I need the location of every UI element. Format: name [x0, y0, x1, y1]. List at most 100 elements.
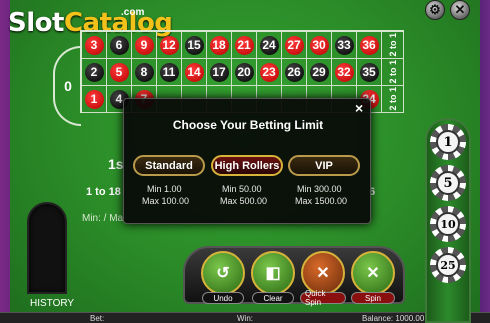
number-cell[interactable]: 8	[132, 59, 157, 86]
spin-label: Spin	[351, 292, 395, 304]
column-bet-cell[interactable]: 2 to 1	[382, 59, 404, 86]
limit-standard-button[interactable]: Standard	[133, 155, 205, 176]
number-cell[interactable]: 36	[357, 32, 382, 59]
limit-vip-button[interactable]: VIP	[288, 155, 360, 176]
number-cell[interactable]: 15	[182, 32, 207, 59]
number-cell[interactable]: 12	[157, 32, 182, 59]
clear-icon: ◧	[265, 265, 281, 282]
number-cell[interactable]: 24	[257, 32, 282, 59]
number-cell[interactable]: 33	[332, 32, 357, 59]
number-label: 18	[209, 35, 229, 55]
number-cell[interactable]: 20	[232, 59, 257, 86]
column-bet-label: 2 to 1	[387, 87, 398, 111]
number-cell[interactable]: 9	[132, 32, 157, 59]
undo-icon: ↺	[216, 265, 230, 282]
number-cell[interactable]: 6	[107, 32, 132, 59]
chip-10-value: 10	[436, 212, 460, 236]
number-label: 23	[259, 62, 279, 82]
dialog-title: Choose Your Betting Limit	[172, 118, 324, 132]
number-cell[interactable]: 3	[82, 32, 107, 59]
number-label: 29	[309, 62, 329, 82]
win-label: Win:	[237, 314, 253, 323]
low-bet-label[interactable]: 1 to 18	[86, 186, 121, 198]
number-label: 33	[334, 35, 354, 55]
number-label: 5	[109, 62, 129, 82]
number-cell[interactable]: 1	[82, 86, 107, 113]
bet-label: Bet:	[90, 314, 105, 323]
vip-max: Max 1500.00	[295, 196, 348, 206]
column-bet-label: 2 to 1	[387, 60, 398, 84]
number-cell[interactable]: 30	[307, 32, 332, 59]
number-cell[interactable]: 35	[357, 59, 382, 86]
number-label: 1	[84, 89, 104, 109]
chip-25-value: 25	[436, 253, 460, 277]
number-label: 17	[209, 62, 229, 82]
standard-max: Max 100.00	[142, 196, 190, 206]
number-label: 8	[134, 62, 154, 82]
spin-button[interactable]: ✕	[351, 251, 395, 295]
zero-label: 0	[64, 78, 72, 94]
chip-5[interactable]: 5	[430, 165, 466, 201]
number-label: 11	[159, 62, 179, 82]
quick-spin-label: Quick Spin	[300, 289, 346, 307]
chip-1-value: 1	[436, 130, 460, 154]
number-label: 3	[84, 35, 104, 55]
chip-5-value: 5	[436, 171, 460, 195]
min-max-label: Min: / Ma	[82, 213, 124, 224]
column-bet-cell[interactable]: 2 to 1	[382, 32, 404, 59]
undo-button[interactable]: ↺	[201, 251, 245, 295]
column-bet-label: 2 to 1	[387, 33, 398, 57]
chip-1[interactable]: 1	[430, 124, 466, 160]
spin-icon: ✕	[366, 265, 380, 282]
balance-label: Balance: 1000.00	[362, 314, 425, 323]
number-cell[interactable]: 18	[207, 32, 232, 59]
number-label: 30	[309, 35, 329, 55]
high-rollers-max: Max 500.00	[220, 196, 268, 206]
settings-button[interactable]: ⚙	[425, 0, 445, 20]
dialog-close-button[interactable]: ×	[355, 100, 363, 116]
number-label: 14	[184, 62, 204, 82]
number-label: 20	[234, 62, 254, 82]
quick-spin-icon: ✕	[316, 265, 330, 282]
zero-bet-cell[interactable]: 0	[53, 46, 81, 126]
limit-high-rollers-button[interactable]: High Rollers	[211, 155, 283, 176]
close-icon: ✕	[454, 2, 466, 17]
clear-label: Clear	[252, 292, 294, 304]
number-cell[interactable]: 2	[82, 59, 107, 86]
number-cell[interactable]: 23	[257, 59, 282, 86]
history-label: HISTORY	[30, 298, 75, 309]
number-label: 24	[259, 35, 279, 55]
clear-button[interactable]: ◧	[251, 251, 295, 295]
number-cell[interactable]: 17	[207, 59, 232, 86]
chip-25[interactable]: 25	[430, 247, 466, 283]
number-label: 27	[284, 35, 304, 55]
number-cell[interactable]: 5	[107, 59, 132, 86]
standard-min: Min 1.00	[147, 184, 182, 194]
history-panel	[27, 202, 67, 294]
undo-label: Undo	[202, 292, 244, 304]
status-bar: Bet: Win: Balance: 1000.00	[0, 312, 490, 323]
chip-10[interactable]: 10	[430, 206, 466, 242]
vip-min: Min 300.00	[297, 184, 342, 194]
high-rollers-min: Min 50.00	[222, 184, 262, 194]
number-cell[interactable]: 21	[232, 32, 257, 59]
gear-icon: ⚙	[429, 2, 441, 17]
number-cell[interactable]: 14	[182, 59, 207, 86]
first-dozen-label[interactable]: 1s	[108, 156, 124, 172]
number-label: 12	[159, 35, 179, 55]
logo-com: .com	[121, 7, 145, 18]
number-label: 32	[334, 62, 354, 82]
number-label: 9	[134, 35, 154, 55]
betting-limit-dialog: × Choose Your Betting Limit Standard Hig…	[123, 98, 371, 224]
number-cell[interactable]: 32	[332, 59, 357, 86]
number-cell[interactable]: 26	[282, 59, 307, 86]
number-label: 2	[84, 62, 104, 82]
number-cell[interactable]: 29	[307, 59, 332, 86]
number-label: 26	[284, 62, 304, 82]
number-cell[interactable]: 11	[157, 59, 182, 86]
column-bet-cell[interactable]: 2 to 1	[382, 86, 404, 113]
number-label: 21	[234, 35, 254, 55]
number-cell[interactable]: 27	[282, 32, 307, 59]
exit-button[interactable]: ✕	[450, 0, 470, 20]
number-label: 15	[184, 35, 204, 55]
